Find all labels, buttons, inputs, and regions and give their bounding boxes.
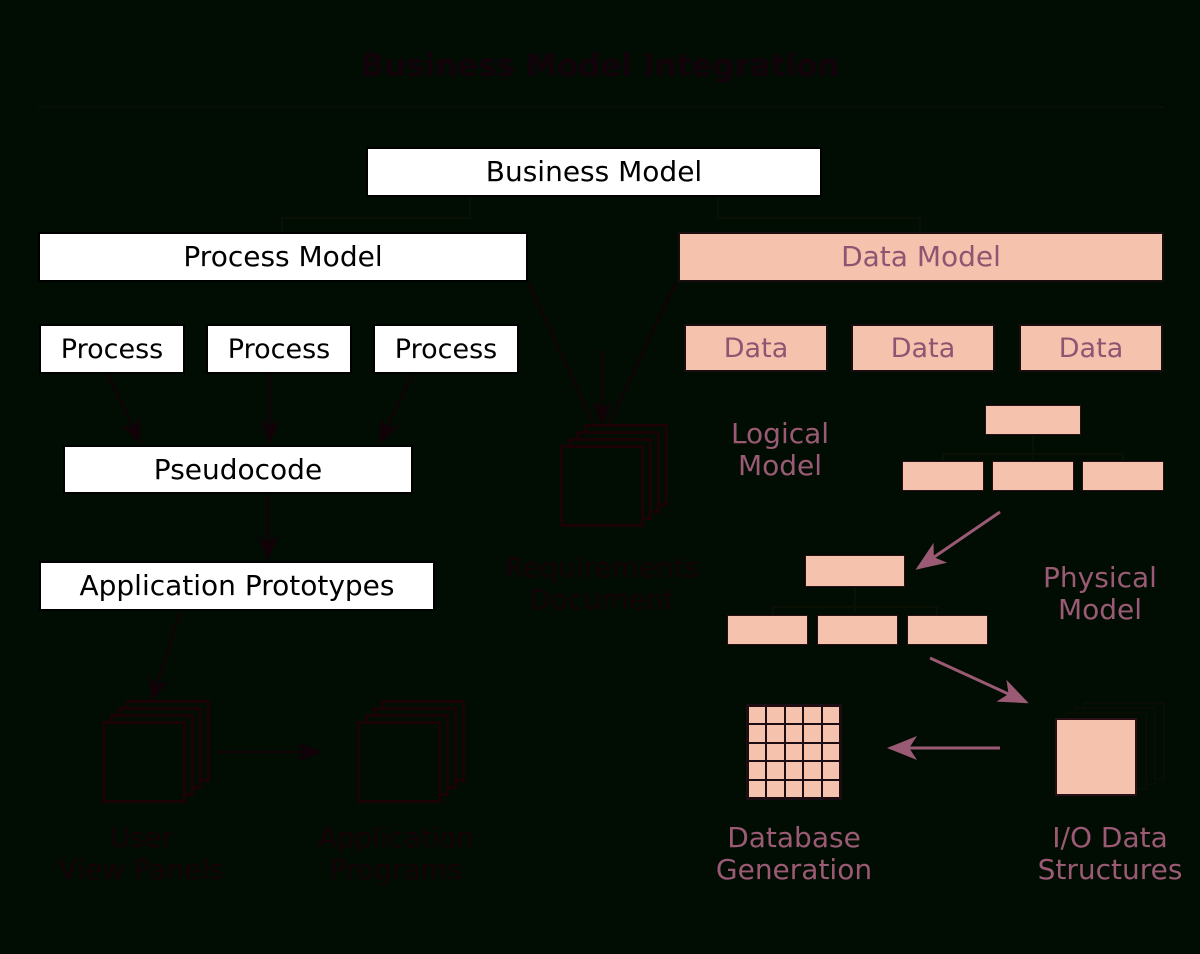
db-cell	[784, 761, 804, 780]
box-process-3-label: Process	[394, 333, 498, 365]
db-cell	[803, 779, 822, 798]
label-physical-model: Physical Model	[1043, 561, 1157, 627]
db-cell	[821, 742, 840, 762]
db-cell	[784, 724, 804, 743]
db-cell	[821, 706, 840, 725]
db-cell	[766, 779, 785, 798]
box-data-2[interactable]: Data	[851, 324, 995, 372]
db-cell	[748, 706, 767, 725]
db-cell	[766, 761, 785, 780]
logical-tree-connector-horizontal	[942, 453, 1124, 455]
logical-tree-child-2[interactable]	[992, 461, 1074, 491]
db-cell	[748, 724, 767, 743]
physical-tree-connector-vertical	[854, 587, 856, 612]
db-cell	[803, 761, 822, 780]
box-process-2-label: Process	[227, 333, 331, 365]
logical-tree-child-1[interactable]	[902, 461, 984, 491]
logical-tree-parent[interactable]	[985, 405, 1081, 435]
user-view-panels-icon[interactable]	[102, 700, 210, 804]
sheet-front	[357, 721, 441, 803]
box-data-2-label: Data	[890, 332, 956, 364]
page-title: Business Model Integration	[360, 48, 840, 84]
box-process-model[interactable]: Process Model	[38, 232, 528, 282]
box-process-3[interactable]: Process	[373, 324, 519, 374]
logical-tree-child-3[interactable]	[1082, 461, 1164, 491]
db-cell	[821, 724, 840, 743]
box-process-2[interactable]: Process	[206, 324, 352, 374]
label-user-view-panels: User View Panels	[58, 821, 224, 887]
box-process-1[interactable]: Process	[39, 324, 185, 374]
logical-tree-connector-vertical	[1032, 435, 1034, 460]
application-programs-icon[interactable]	[357, 700, 465, 804]
box-data-3-label: Data	[1058, 332, 1124, 364]
label-io-data-structures: I/O Data Structures	[1037, 821, 1183, 887]
db-cell	[803, 706, 822, 725]
db-cell	[784, 706, 804, 725]
sheet-front	[102, 721, 186, 803]
box-pseudocode[interactable]: Pseudocode	[63, 445, 413, 494]
label-application-programs: Application Programs	[317, 821, 475, 887]
label-database-generation: Database Generation	[715, 821, 873, 887]
box-business-model[interactable]: Business Model	[366, 147, 822, 197]
db-cell	[766, 706, 785, 725]
sheet-front	[560, 445, 644, 527]
db-cell	[766, 724, 785, 743]
box-data-1-label: Data	[723, 332, 789, 364]
physical-tree-connector-horizontal	[772, 606, 938, 608]
sheet-front	[1055, 718, 1137, 796]
db-cell	[821, 761, 840, 780]
db-cell	[784, 742, 804, 762]
db-cell	[803, 742, 822, 762]
db-cell	[748, 779, 767, 798]
db-cell	[766, 742, 785, 762]
box-data-1[interactable]: Data	[684, 324, 828, 372]
label-requirements-document: Requirements Document	[504, 551, 700, 617]
box-pseudocode-label: Pseudocode	[153, 452, 323, 486]
box-data-model[interactable]: Data Model	[678, 232, 1164, 282]
requirements-document-icon[interactable]	[560, 424, 668, 528]
io-data-structures-icon[interactable]	[1055, 702, 1165, 802]
box-data-3[interactable]: Data	[1019, 324, 1163, 372]
db-cell	[784, 779, 804, 798]
box-process-model-label: Process Model	[183, 240, 383, 273]
label-logical-model: Logical Model	[730, 417, 830, 483]
db-cell	[821, 779, 840, 798]
box-application-prototypes-label: Application Prototypes	[79, 569, 395, 602]
diagram-canvas: Business Model Integration Business Mode…	[0, 0, 1200, 954]
db-cell	[748, 742, 767, 762]
box-process-1-label: Process	[60, 333, 164, 365]
db-cell	[748, 761, 767, 780]
physical-tree-child-2[interactable]	[817, 615, 898, 645]
box-business-model-label: Business Model	[485, 155, 703, 188]
box-application-prototypes[interactable]: Application Prototypes	[39, 561, 435, 611]
physical-tree-child-3[interactable]	[907, 615, 988, 645]
db-cell	[803, 724, 822, 743]
physical-tree-child-1[interactable]	[727, 615, 808, 645]
box-data-model-label: Data Model	[841, 240, 1001, 273]
physical-tree-parent[interactable]	[805, 555, 905, 587]
database-grid-icon[interactable]	[746, 704, 842, 800]
title-divider	[38, 106, 1164, 108]
